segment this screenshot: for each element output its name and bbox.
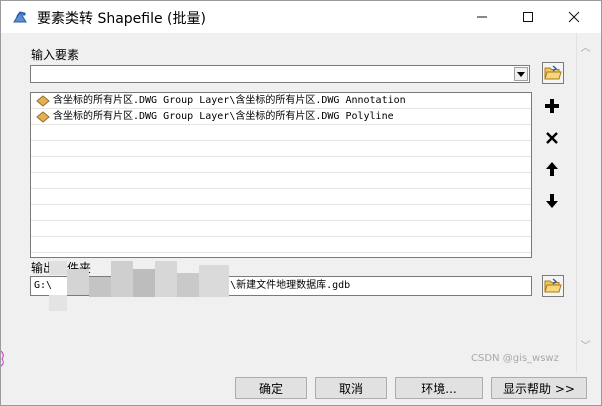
environments-button[interactable]: 环境...	[395, 377, 483, 399]
browse-input-button[interactable]	[542, 62, 564, 84]
minimize-icon	[477, 16, 487, 18]
maximize-icon	[523, 12, 533, 22]
list-empty-row	[31, 125, 531, 141]
list-item[interactable]: 含坐标的所有片区.DWG Group Layer\含坐标的所有片区.DWG Po…	[31, 109, 531, 125]
browse-output-button[interactable]	[542, 275, 564, 297]
title-bar[interactable]: 要素类转 Shapefile (批量)	[1, 1, 601, 33]
show-help-button[interactable]: 显示帮助 >>	[491, 377, 587, 399]
list-item[interactable]: 含坐标的所有片区.DWG Group Layer\含坐标的所有片区.DWG An…	[31, 93, 531, 109]
maximize-button[interactable]	[505, 1, 551, 33]
list-empty-row	[31, 237, 531, 253]
output-folder-prefix: G:\	[34, 280, 53, 291]
chevron-down-icon[interactable]	[514, 67, 528, 81]
list-item-text: 含坐标的所有片区.DWG Group Layer\含坐标的所有片区.DWG Po…	[53, 110, 394, 122]
list-item-text: 含坐标的所有片区.DWG Group Layer\含坐标的所有片区.DWG An…	[53, 94, 406, 106]
ok-button[interactable]: 确定	[235, 377, 307, 399]
window-title: 要素类转 Shapefile (批量)	[37, 11, 206, 27]
remove-button[interactable]	[541, 127, 563, 149]
add-button[interactable]	[541, 95, 563, 117]
output-folder-suffix: \新建文件地理数据库.gdb	[230, 280, 351, 291]
list-empty-row	[31, 173, 531, 189]
background-artifact	[1, 350, 4, 367]
dialog-button-bar: 确定 取消 环境... 显示帮助 >>	[1, 373, 601, 405]
move-down-button[interactable]	[541, 190, 563, 212]
list-empty-row	[31, 189, 531, 205]
add-icon	[545, 99, 559, 113]
feature-class-icon	[36, 94, 50, 107]
folder-open-icon	[544, 278, 562, 293]
move-down-icon	[546, 194, 558, 208]
input-features-list[interactable]: 含坐标的所有片区.DWG Group Layer\含坐标的所有片区.DWG An…	[30, 92, 532, 258]
input-features-label: 输入要素	[31, 48, 80, 62]
remove-icon	[546, 132, 558, 144]
cancel-button[interactable]: 取消	[315, 377, 387, 399]
tool-dialog-window: 要素类转 Shapefile (批量) 输入要素 含坐标的所有片区.DWG Gr…	[0, 0, 602, 406]
list-empty-row	[31, 141, 531, 157]
list-empty-row	[31, 221, 531, 237]
close-icon	[568, 11, 580, 23]
vertical-scrollbar[interactable]: ︿ ﹀	[576, 33, 593, 373]
scroll-down-icon[interactable]: ﹀	[577, 337, 594, 352]
list-empty-row	[31, 157, 531, 173]
dialog-content: 输入要素 含坐标的所有片区.DWG Group Layer\含坐标的所有片区.D…	[1, 33, 601, 405]
move-up-button[interactable]	[541, 158, 563, 180]
watermark-text: CSDN @gis_wswz	[471, 353, 559, 364]
toolbox-tool-icon	[13, 11, 27, 23]
folder-open-icon	[544, 65, 562, 80]
feature-class-icon	[36, 110, 50, 123]
minimize-button[interactable]	[459, 1, 505, 33]
close-button[interactable]	[551, 1, 597, 33]
scroll-up-icon[interactable]: ︿	[577, 39, 594, 54]
list-empty-row	[31, 205, 531, 221]
move-up-icon	[546, 162, 558, 176]
input-features-combo[interactable]	[30, 65, 530, 83]
